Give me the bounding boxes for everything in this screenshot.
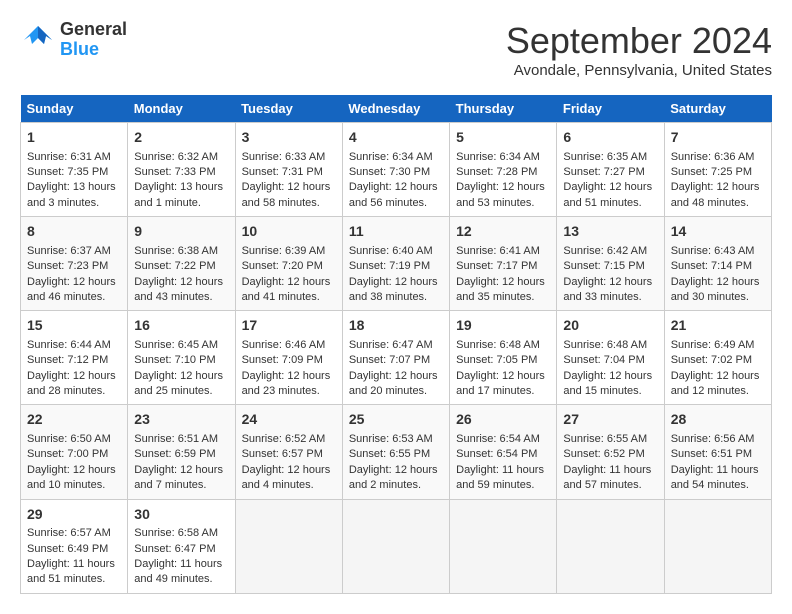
empty-cell	[235, 499, 342, 593]
calendar-day-11: 11Sunrise: 6:40 AMSunset: 7:19 PMDayligh…	[342, 217, 449, 311]
calendar-day-14: 14Sunrise: 6:43 AMSunset: 7:14 PMDayligh…	[664, 217, 771, 311]
col-friday: Friday	[557, 95, 664, 123]
calendar-day-2: 2Sunrise: 6:32 AMSunset: 7:33 PMDaylight…	[128, 123, 235, 217]
calendar-day-13: 13Sunrise: 6:42 AMSunset: 7:15 PMDayligh…	[557, 217, 664, 311]
col-wednesday: Wednesday	[342, 95, 449, 123]
calendar-day-6: 6Sunrise: 6:35 AMSunset: 7:27 PMDaylight…	[557, 123, 664, 217]
col-tuesday: Tuesday	[235, 95, 342, 123]
calendar-day-26: 26Sunrise: 6:54 AMSunset: 6:54 PMDayligh…	[450, 405, 557, 499]
col-sunday: Sunday	[21, 95, 128, 123]
col-monday: Monday	[128, 95, 235, 123]
calendar-day-22: 22Sunrise: 6:50 AMSunset: 7:00 PMDayligh…	[21, 405, 128, 499]
page-header: General Blue September 2024 Avondale, Pe…	[20, 20, 772, 79]
col-saturday: Saturday	[664, 95, 771, 123]
col-thursday: Thursday	[450, 95, 557, 123]
calendar-day-16: 16Sunrise: 6:45 AMSunset: 7:10 PMDayligh…	[128, 311, 235, 405]
calendar-week-0: 1Sunrise: 6:31 AMSunset: 7:35 PMDaylight…	[21, 123, 772, 217]
calendar-day-25: 25Sunrise: 6:53 AMSunset: 6:55 PMDayligh…	[342, 405, 449, 499]
calendar-day-8: 8Sunrise: 6:37 AMSunset: 7:23 PMDaylight…	[21, 217, 128, 311]
calendar-day-23: 23Sunrise: 6:51 AMSunset: 6:59 PMDayligh…	[128, 405, 235, 499]
calendar-day-18: 18Sunrise: 6:47 AMSunset: 7:07 PMDayligh…	[342, 311, 449, 405]
calendar-week-2: 15Sunrise: 6:44 AMSunset: 7:12 PMDayligh…	[21, 311, 772, 405]
empty-cell	[450, 499, 557, 593]
calendar-day-28: 28Sunrise: 6:56 AMSunset: 6:51 PMDayligh…	[664, 405, 771, 499]
calendar-day-19: 19Sunrise: 6:48 AMSunset: 7:05 PMDayligh…	[450, 311, 557, 405]
calendar-day-17: 17Sunrise: 6:46 AMSunset: 7:09 PMDayligh…	[235, 311, 342, 405]
calendar-day-15: 15Sunrise: 6:44 AMSunset: 7:12 PMDayligh…	[21, 311, 128, 405]
calendar-day-24: 24Sunrise: 6:52 AMSunset: 6:57 PMDayligh…	[235, 405, 342, 499]
title-block: September 2024 Avondale, Pennsylvania, U…	[506, 20, 772, 79]
empty-cell	[557, 499, 664, 593]
logo-line1: General	[60, 20, 127, 40]
calendar-day-10: 10Sunrise: 6:39 AMSunset: 7:20 PMDayligh…	[235, 217, 342, 311]
calendar-day-29: 29Sunrise: 6:57 AMSunset: 6:49 PMDayligh…	[21, 499, 128, 593]
calendar-day-5: 5Sunrise: 6:34 AMSunset: 7:28 PMDaylight…	[450, 123, 557, 217]
calendar-day-3: 3Sunrise: 6:33 AMSunset: 7:31 PMDaylight…	[235, 123, 342, 217]
calendar-day-1: 1Sunrise: 6:31 AMSunset: 7:35 PMDaylight…	[21, 123, 128, 217]
calendar-day-20: 20Sunrise: 6:48 AMSunset: 7:04 PMDayligh…	[557, 311, 664, 405]
calendar-table: Sunday Monday Tuesday Wednesday Thursday…	[20, 95, 772, 594]
month-title: September 2024	[506, 20, 772, 62]
calendar-day-9: 9Sunrise: 6:38 AMSunset: 7:22 PMDaylight…	[128, 217, 235, 311]
calendar-week-4: 29Sunrise: 6:57 AMSunset: 6:49 PMDayligh…	[21, 499, 772, 593]
logo: General Blue	[20, 20, 127, 60]
logo-icon	[20, 22, 56, 58]
calendar-day-4: 4Sunrise: 6:34 AMSunset: 7:30 PMDaylight…	[342, 123, 449, 217]
calendar-day-12: 12Sunrise: 6:41 AMSunset: 7:17 PMDayligh…	[450, 217, 557, 311]
calendar-week-3: 22Sunrise: 6:50 AMSunset: 7:00 PMDayligh…	[21, 405, 772, 499]
empty-cell	[342, 499, 449, 593]
calendar-day-21: 21Sunrise: 6:49 AMSunset: 7:02 PMDayligh…	[664, 311, 771, 405]
location-subtitle: Avondale, Pennsylvania, United States	[506, 62, 772, 79]
calendar-day-7: 7Sunrise: 6:36 AMSunset: 7:25 PMDaylight…	[664, 123, 771, 217]
empty-cell	[664, 499, 771, 593]
header-row: Sunday Monday Tuesday Wednesday Thursday…	[21, 95, 772, 123]
logo-line2: Blue	[60, 40, 127, 60]
calendar-day-27: 27Sunrise: 6:55 AMSunset: 6:52 PMDayligh…	[557, 405, 664, 499]
calendar-week-1: 8Sunrise: 6:37 AMSunset: 7:23 PMDaylight…	[21, 217, 772, 311]
calendar-day-30: 30Sunrise: 6:58 AMSunset: 6:47 PMDayligh…	[128, 499, 235, 593]
